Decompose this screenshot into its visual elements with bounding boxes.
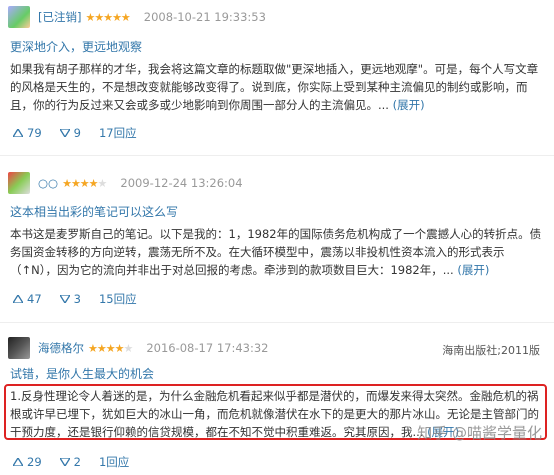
review-body: 本书这是麦罗斯自己的笔记。以下是我的：1，1982年的国际债务危机构成了一个震撼… — [10, 225, 542, 279]
replies-link[interactable]: 1回应 — [99, 454, 129, 470]
upvote-count: 29 — [27, 455, 42, 469]
replies-link[interactable]: 17回应 — [99, 125, 137, 141]
watermark: 知乎 @喵酱学量化 — [417, 424, 542, 442]
upvote-button[interactable]: 29 — [13, 455, 42, 469]
username[interactable]: 海德格尔 — [38, 340, 84, 356]
downvote-button[interactable]: 9 — [59, 126, 81, 140]
review-header: ○○ ★★★★★ 2009-12-24 13:26:04 — [8, 172, 243, 194]
upvote-count: 79 — [27, 126, 42, 140]
downvote-button[interactable]: 3 — [59, 292, 81, 306]
review-date: 2009-12-24 13:26:04 — [120, 176, 243, 190]
review-text: 如果我有胡子那样的才华，我会将这篇文章的标题取做"更深地插入，更远地观摩"。可是… — [10, 62, 539, 112]
downvote-icon — [59, 295, 70, 303]
expand-link[interactable]: (展开) — [393, 98, 425, 112]
review-header: [已注销] ★★★★★ 2008-10-21 19:33:53 — [8, 6, 266, 28]
rating-stars: ★★★★★ — [62, 176, 107, 190]
review-actions: 47 3 15回应 — [13, 291, 155, 307]
upvote-count: 47 — [27, 292, 42, 306]
downvote-count: 2 — [73, 455, 81, 469]
rating-stars: ★★★★★ — [85, 10, 130, 24]
review-actions: 29 2 1回应 — [13, 454, 147, 470]
review-title[interactable]: 这本相当出彩的笔记可以这么写 — [10, 203, 178, 220]
downvote-count: 9 — [73, 126, 81, 140]
downvote-count: 3 — [73, 292, 81, 306]
divider — [0, 155, 554, 156]
username[interactable]: ○○ — [38, 176, 58, 190]
upvote-icon — [13, 458, 23, 466]
review-date: 2008-10-21 19:33:53 — [143, 10, 266, 24]
avatar[interactable] — [8, 6, 30, 28]
downvote-icon — [59, 129, 70, 137]
expand-link[interactable]: (展开) — [457, 263, 489, 277]
divider — [0, 322, 554, 323]
review-actions: 79 9 17回应 — [13, 125, 155, 141]
upvote-button[interactable]: 47 — [13, 292, 42, 306]
review-title[interactable]: 试错，是你人生最大的机会 — [10, 365, 154, 382]
downvote-icon — [59, 458, 70, 466]
downvote-button[interactable]: 2 — [59, 455, 81, 469]
review-title[interactable]: 更深地介入，更远地观察 — [10, 38, 142, 55]
replies-link[interactable]: 15回应 — [99, 291, 137, 307]
rating-stars: ★★★★★ — [88, 341, 133, 355]
upvote-icon — [13, 129, 23, 137]
username[interactable]: [已注销] — [38, 9, 81, 25]
review-header: 海德格尔 ★★★★★ 2016-08-17 17:43:32 — [8, 337, 268, 359]
review-date: 2016-08-17 17:43:32 — [146, 341, 269, 355]
upvote-button[interactable]: 79 — [13, 126, 42, 140]
upvote-icon — [13, 295, 23, 303]
review-body: 如果我有胡子那样的才华，我会将这篇文章的标题取做"更深地插入，更远地观摩"。可是… — [10, 60, 542, 114]
avatar[interactable] — [8, 172, 30, 194]
avatar[interactable] — [8, 337, 30, 359]
edition-source: 海南出版社;2011版 — [442, 344, 540, 357]
